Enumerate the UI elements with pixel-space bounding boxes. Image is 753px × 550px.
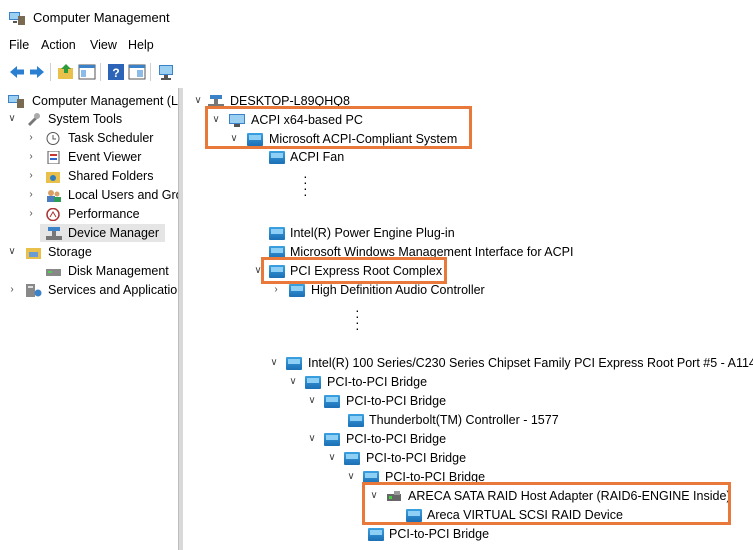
svg-text:?: ?: [112, 66, 119, 80]
tree-item-device-manager[interactable]: Device Manager: [40, 224, 165, 242]
tree-item-disk-management[interactable]: Disk Management: [0, 262, 178, 280]
pci-device-icon: [269, 227, 285, 240]
tree-item-services-and-applications[interactable]: › Services and Applicatio: [0, 281, 178, 299]
up-folder-icon[interactable]: [57, 63, 75, 81]
menu-bar: File Action View Help: [0, 34, 753, 56]
users-icon: [47, 190, 61, 202]
disk-icon: [46, 269, 61, 276]
properties-pane-icon[interactable]: [128, 63, 146, 81]
chevron-down-icon[interactable]: ∨: [7, 243, 17, 261]
tree-item-label: Shared Folders: [68, 169, 154, 183]
chevron-right-icon[interactable]: ›: [7, 281, 17, 299]
tree-item-label: Storage: [48, 245, 92, 259]
device-label: Thunderbolt(TM) Controller - 1577: [369, 413, 559, 427]
chevron-down-icon[interactable]: ∨: [327, 449, 337, 467]
show-hide-console-tree-icon[interactable]: [78, 63, 96, 81]
toolbar-separator: [100, 63, 101, 81]
chevron-right-icon[interactable]: ›: [26, 148, 36, 166]
storage-icon: [26, 248, 41, 259]
device-tree: ∨ DESKTOP-L89QHQ8 ∨ ACPI x64-based PC ∨ …: [183, 90, 753, 550]
tree-item-label: Services and Applicatio: [48, 283, 178, 297]
tree-item-storage[interactable]: ∨ Storage: [0, 243, 178, 261]
system-tools-icon: [28, 113, 40, 126]
device-label: Intel(R) 100 Series/C230 Series Chipset …: [308, 356, 753, 370]
tree-item-label: Local Users and Gro: [68, 188, 178, 202]
computer-management-app-icon: [9, 12, 25, 25]
ellipsis-vertical: · · · ·: [303, 168, 308, 202]
tree-item-event-viewer[interactable]: › Event Viewer: [0, 148, 178, 166]
pci-device-icon: [368, 528, 384, 541]
clock-icon: [46, 132, 60, 145]
tree-item-label: Disk Management: [68, 264, 169, 278]
toolbar: ?: [0, 60, 753, 86]
pci-device-icon: [286, 357, 302, 370]
tree-item-task-scheduler[interactable]: › Task Scheduler: [0, 129, 178, 147]
device-label: PCI-to-PCI Bridge: [389, 527, 490, 541]
chevron-down-icon[interactable]: ∨: [269, 354, 279, 372]
toolbar-separator: [150, 63, 151, 81]
pci-device-icon: [344, 452, 360, 465]
highlight-box: [205, 106, 472, 149]
chevron-down-icon[interactable]: ∨: [307, 430, 317, 448]
chevron-down-icon[interactable]: ∨: [307, 392, 317, 410]
device-label: PCI-to-PCI Bridge: [346, 432, 447, 446]
pci-device-icon: [348, 414, 364, 427]
chevron-down-icon[interactable]: ∨: [193, 92, 203, 110]
tree-item-shared-folders[interactable]: › Shared Folders: [0, 167, 178, 185]
console-tree: Computer Management (L ∨ System Tools › …: [0, 90, 178, 550]
tree-item-label: Performance: [68, 207, 140, 221]
help-icon[interactable]: ?: [107, 63, 125, 81]
menu-action[interactable]: Action: [41, 38, 76, 52]
tree-item-label: System Tools: [48, 112, 123, 126]
pci-device-icon: [289, 284, 305, 297]
menu-file[interactable]: File: [9, 38, 29, 52]
services-icon: [26, 284, 42, 297]
device-manager-icon: [46, 227, 62, 240]
chevron-right-icon[interactable]: ›: [26, 129, 36, 147]
chevron-right-icon[interactable]: ›: [26, 205, 36, 223]
chevron-right-icon[interactable]: ›: [271, 281, 281, 299]
device-label: PCI-to-PCI Bridge: [346, 394, 447, 408]
chevron-down-icon[interactable]: ∨: [346, 468, 356, 486]
tree-item-local-users[interactable]: › Local Users and Gro: [0, 186, 178, 204]
device-label: PCI-to-PCI Bridge: [327, 375, 428, 389]
device-label: PCI-to-PCI Bridge: [366, 451, 467, 465]
tree-item-label: Computer Management (L: [32, 94, 178, 108]
device-label: ACPI Fan: [290, 150, 345, 164]
menu-help[interactable]: Help: [128, 38, 154, 52]
chevron-right-icon[interactable]: ›: [26, 186, 36, 204]
device-label: Intel(R) Power Engine Plug-in: [290, 226, 455, 240]
highlight-box: [362, 482, 731, 525]
tree-item-label: Task Scheduler: [68, 131, 154, 145]
shared-folder-icon: [46, 172, 60, 183]
pci-device-icon: [305, 376, 321, 389]
highlight-box: [261, 257, 447, 284]
ellipsis-vertical: · · · ·: [355, 302, 360, 336]
pci-device-icon: [269, 151, 285, 164]
title-bar: Computer Management: [0, 0, 753, 32]
tree-item-computer-management[interactable]: Computer Management (L: [0, 92, 178, 110]
performance-icon: [46, 208, 60, 221]
forward-arrow-icon[interactable]: [28, 63, 46, 81]
window-title: Computer Management: [33, 10, 170, 25]
back-arrow-icon[interactable]: [8, 63, 26, 81]
tree-item-label: Event Viewer: [68, 150, 142, 164]
chevron-down-icon[interactable]: ∨: [288, 373, 298, 391]
monitor-scan-icon[interactable]: [157, 63, 175, 81]
pci-device-icon: [324, 433, 340, 446]
tree-item-performance[interactable]: › Performance: [0, 205, 178, 223]
event-viewer-icon: [47, 151, 60, 164]
chevron-down-icon[interactable]: ∨: [7, 110, 17, 128]
toolbar-separator: [50, 63, 51, 81]
tree-item-label: Device Manager: [68, 226, 160, 240]
computer-management-icon: [8, 95, 24, 108]
chevron-right-icon[interactable]: ›: [26, 167, 36, 185]
tree-item-system-tools[interactable]: ∨ System Tools: [0, 110, 178, 128]
menu-view[interactable]: View: [90, 38, 117, 52]
device-label: High Definition Audio Controller: [311, 283, 485, 297]
pci-device-icon: [324, 395, 340, 408]
